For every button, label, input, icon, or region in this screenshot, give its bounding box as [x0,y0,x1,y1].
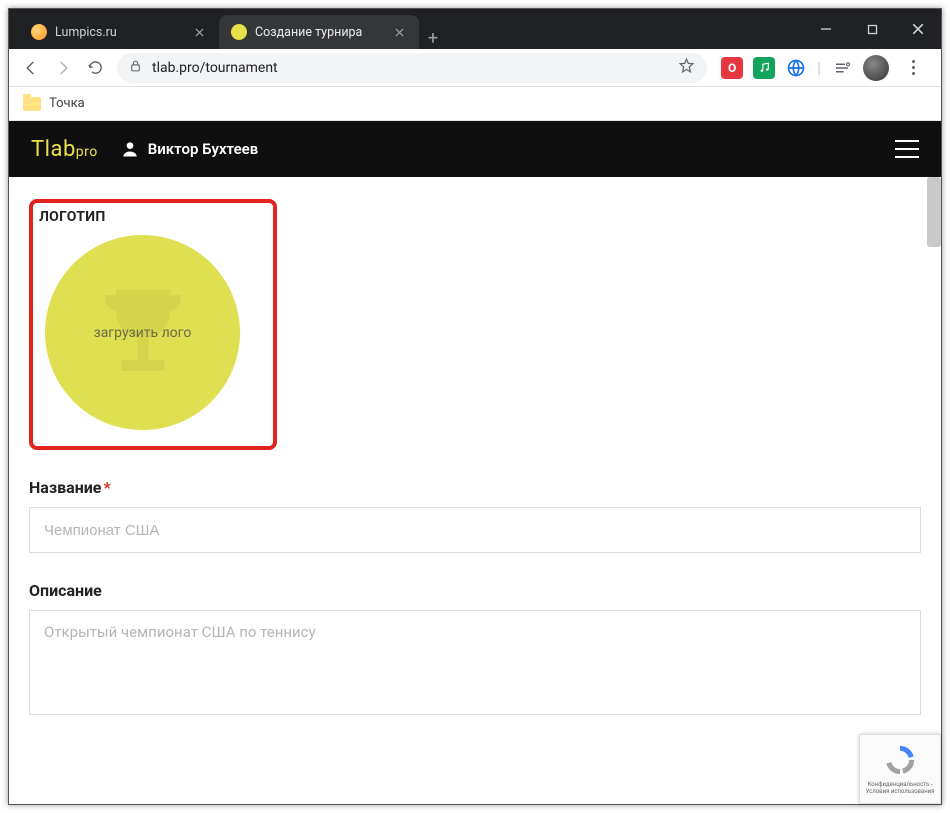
favicon-icon [231,24,247,40]
window-minimize-button[interactable] [803,9,849,49]
required-mark: * [103,478,110,497]
site-menu-button[interactable] [895,140,919,158]
user-name: Виктор Бухтеев [148,140,258,158]
bookmark-label: Точка [49,96,85,111]
recaptcha-line2: Условия использования [866,788,935,795]
description-field: Описание [29,581,921,719]
window-close-button[interactable] [895,9,941,49]
page-content: ЛОГОТИП загрузить лого Название* Описани… [9,177,941,802]
bookmarks-bar: Точка [9,87,941,121]
profile-avatar[interactable] [863,55,889,81]
logo-upload-button[interactable]: загрузить лого [45,235,240,430]
user-profile-link[interactable]: Виктор Бухтеев [120,139,258,159]
extension-reader-icon[interactable] [831,57,853,79]
extension-opera-icon[interactable]: O [721,57,743,79]
bookmark-folder[interactable]: Точка [23,96,85,111]
tab-title: Создание турнира [255,25,385,40]
logo-upload-highlight: ЛОГОТИП загрузить лого [29,199,277,450]
browser-tab-tournament[interactable]: Создание турнира [219,15,419,49]
favicon-icon [31,24,47,40]
recaptcha-icon [883,743,917,777]
name-input[interactable] [29,507,921,553]
browser-menu-button[interactable] [899,60,927,75]
nav-back-button[interactable] [15,52,47,84]
omnibox[interactable]: tlab.pro/tournament [117,53,707,83]
name-label: Название* [29,478,921,497]
description-label: Описание [29,581,921,600]
user-icon [120,139,140,159]
scrollbar-thumb[interactable] [927,177,941,247]
tab-title: Lumpics.ru [55,25,185,40]
recaptcha-line1: Конфиденциальность - [867,781,932,788]
extension-music-icon[interactable] [753,57,775,79]
logo-upload-text: загрузить лого [94,325,192,341]
bookmark-star-icon[interactable] [678,57,695,78]
recaptcha-badge[interactable]: Конфиденциальность - Условия использован… [859,734,941,804]
site-logo[interactable]: Tlabpro [31,137,98,162]
logo-section-label: ЛОГОТИП [39,209,261,225]
window-maximize-button[interactable] [849,9,895,49]
site-header: Tlabpro Виктор Бухтеев [9,121,941,177]
window-titlebar: Lumpics.ru Создание турнира + [9,9,941,49]
address-bar: tlab.pro/tournament O | [9,49,941,87]
new-tab-button[interactable]: + [419,28,447,49]
close-tab-icon[interactable] [391,24,407,40]
nav-reload-button[interactable] [79,52,111,84]
nav-forward-button[interactable] [47,52,79,84]
browser-tab-lumpics[interactable]: Lumpics.ru [19,15,219,49]
close-tab-icon[interactable] [191,24,207,40]
lock-icon [129,59,142,77]
name-field: Название* [29,478,921,553]
folder-icon [23,97,41,111]
url-text: tlab.pro/tournament [152,60,678,76]
description-input[interactable] [29,610,921,715]
extension-globe-icon[interactable] [785,57,807,79]
